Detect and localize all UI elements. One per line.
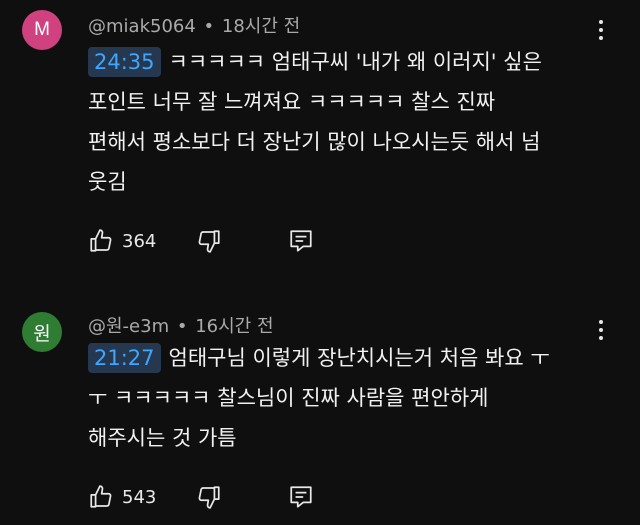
reply-comment-icon [290,486,312,508]
comment-line: 해주시는 것 가틈 [88,426,237,450]
comment-text: 24:35 ㅋㅋㅋㅋㅋ 엄태구씨 '내가 왜 이러지' 싶은 포인트 너무 잘 느… [88,42,588,202]
more-vert-icon[interactable] [598,320,604,340]
author-handle[interactable]: @원-e3m [88,316,169,337]
avatar[interactable]: 원 [22,312,62,352]
thumb-down-icon [198,230,220,253]
like-count: 543 [122,486,157,508]
more-vert-icon[interactable] [598,20,604,40]
thumb-up-icon [90,229,112,252]
reply-button[interactable] [288,484,314,510]
comment-meta: @miak5064 • 18시간 전 [88,12,300,38]
comment-thread: M @miak5064 • 18시간 전 24:35 ㅋㅋㅋㅋㅋ 엄태구씨 '내가… [0,0,640,270]
timestamp-link[interactable]: 24:35 [88,47,161,77]
meta-separator: • [203,16,215,37]
comment-line: 편해서 평소보다 더 장난기 많이 나오시는듯 해서 넘 [88,130,541,154]
reply-comment-icon [290,230,312,252]
meta-separator: • [176,316,188,337]
comment-line: 21:27 엄태구님 이렇게 장난치시는거 처음 봐요 ㅜ [88,338,588,378]
comment-actions: 543 [88,484,314,510]
reply-button[interactable] [288,228,314,254]
like-button[interactable] [88,228,114,254]
comment-actions: 364 [88,228,314,254]
time-ago[interactable]: 16시간 전 [195,316,273,337]
comment-meta: @원-e3m • 16시간 전 [88,312,274,338]
comment-line-text: ㅋㅋㅋㅋㅋ 엄태구씨 '내가 왜 이러지' 싶은 [168,50,542,74]
dislike-button[interactable] [196,228,222,254]
author-handle[interactable]: @miak5064 [88,16,196,37]
comment-line: 24:35 ㅋㅋㅋㅋㅋ 엄태구씨 '내가 왜 이러지' 싶은 [88,42,588,82]
thumb-up-icon [90,485,112,508]
dislike-button[interactable] [196,484,222,510]
time-ago[interactable]: 18시간 전 [222,16,300,37]
timestamp-link[interactable]: 21:27 [88,343,161,373]
avatar[interactable]: M [22,10,62,50]
comment-text: 21:27 엄태구님 이렇게 장난치시는거 처음 봐요 ㅜ ㅜ ㅋㅋㅋㅋㅋ 찰스님… [88,338,588,458]
comment-line: ㅜ ㅋㅋㅋㅋㅋ 찰스님이 진짜 사람을 편안하게 [88,386,489,410]
like-count: 364 [122,230,157,252]
comment-thread: 원 @원-e3m • 16시간 전 21:27 엄태구님 이렇게 장난치시는거 처… [0,300,640,525]
like-button[interactable] [88,484,114,510]
comment-line-text: 엄태구님 이렇게 장난치시는거 처음 봐요 ㅜ [168,346,550,370]
comment-line: 웃김 [88,170,127,194]
thumb-down-icon [198,486,220,509]
comment-line: 포인트 너무 잘 느껴져요 ㅋㅋㅋㅋㅋ 찰스 진짜 [88,90,496,114]
